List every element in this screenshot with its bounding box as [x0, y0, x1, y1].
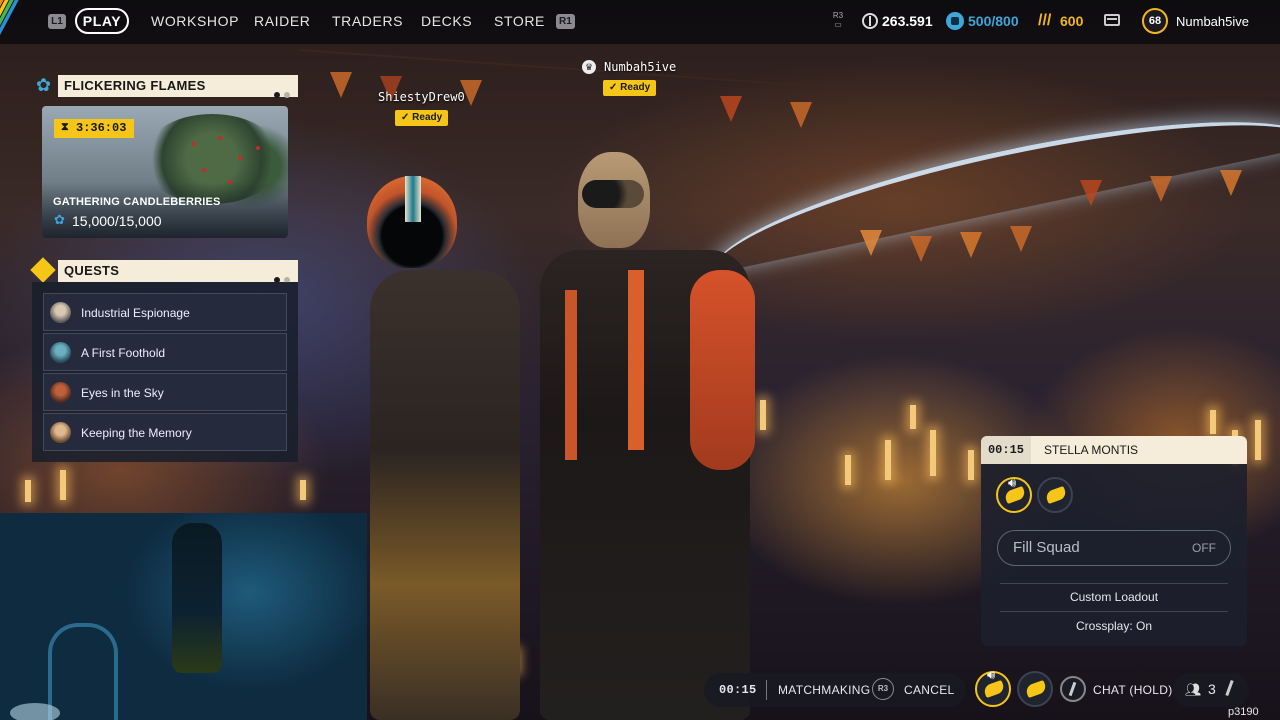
- quest-item-a-first-foothold[interactable]: A First Foothold: [43, 333, 287, 371]
- crown-icon: ♛: [582, 60, 596, 74]
- quest-giver-avatar: [50, 342, 71, 363]
- squad-member-emblem[interactable]: 🔊︎: [996, 475, 1032, 513]
- quest-item-keeping-the-memory[interactable]: Keeping the Memory: [43, 413, 287, 451]
- chat-hold-hint[interactable]: CHAT (HOLD): [1093, 683, 1173, 697]
- mail-icon[interactable]: [1104, 14, 1120, 26]
- quest-label: Eyes in the Sky: [81, 386, 164, 400]
- quest-item-eyes-in-the-sky[interactable]: Eyes in the Sky: [43, 373, 287, 411]
- gold-credits-value: 600: [1060, 13, 1084, 29]
- ready-badge: ✓ Ready: [395, 110, 449, 126]
- event-progress-icon: ✿: [54, 212, 65, 227]
- rainbow-stripe-logo: [0, 0, 40, 50]
- fill-squad-label: Fill Squad: [1013, 539, 1080, 556]
- r3-button-hint: R3: [872, 678, 894, 700]
- ready-badge: ✓ Ready: [603, 80, 657, 96]
- player-level-badge[interactable]: 68: [1142, 8, 1168, 34]
- nav-tab-raider[interactable]: RAIDER: [254, 13, 311, 29]
- divider: [1000, 583, 1228, 584]
- nav-tab-traders[interactable]: TRADERS: [332, 13, 403, 29]
- squad-member-emblem[interactable]: [1017, 671, 1053, 707]
- map-name: STELLA MONTIS: [1044, 443, 1139, 457]
- nav-tab-store[interactable]: STORE: [494, 13, 545, 29]
- crossplay-setting[interactable]: Crossplay: On: [981, 619, 1247, 633]
- r3-stick-icon[interactable]: R3 ▭: [829, 11, 847, 31]
- ready-badge-text: Ready: [412, 112, 443, 123]
- nav-tab-workshop[interactable]: WORKSHOP: [151, 13, 239, 29]
- webcam-overlay: [0, 513, 367, 720]
- fill-squad-toggle[interactable]: Fill Squad OFF: [997, 530, 1231, 566]
- quests-title-text: QUESTS: [64, 263, 120, 278]
- top-navigation-bar: L1 PLAY WORKSHOP RAIDER TRADERS DECKS ST…: [0, 0, 1280, 50]
- squad-member-emblem[interactable]: [1037, 477, 1073, 513]
- event-timer: ⧗ 3:36:03: [54, 119, 134, 138]
- build-code: p3190: [1228, 706, 1259, 718]
- ready-badge-text: Ready: [620, 82, 651, 93]
- matchmaking-label: MATCHMAKING: [778, 683, 871, 697]
- fill-squad-value: OFF: [1192, 541, 1216, 555]
- coins-icon: [862, 13, 878, 29]
- hourglass-icon: ⧗: [61, 122, 69, 134]
- nav-tab-play[interactable]: PLAY: [75, 8, 129, 34]
- divider: [766, 680, 767, 700]
- cancel-matchmaking-button[interactable]: CANCEL: [904, 683, 954, 697]
- quests-title: QUESTS: [58, 260, 298, 283]
- quest-label: A First Foothold: [81, 346, 166, 360]
- chat-stick-icon[interactable]: [1060, 676, 1086, 702]
- quest-label: Keeping the Memory: [81, 426, 192, 440]
- matchmaking-timer: 00:15: [719, 683, 757, 697]
- party-icon: 👥︎: [1185, 682, 1202, 697]
- desk-object: [10, 703, 60, 720]
- squad-leader-name: Numbah5ive: [604, 60, 677, 74]
- event-timer-text: 3:36:03: [76, 121, 127, 135]
- quest-item-industrial-espionage[interactable]: Industrial Espionage: [43, 293, 287, 331]
- lobby-timer: 00:15: [981, 436, 1031, 464]
- gaming-chair: [48, 623, 118, 720]
- lobby-header: 00:15 STELLA MONTIS: [981, 436, 1247, 464]
- quest-giver-avatar: [50, 302, 71, 323]
- custom-loadout-button[interactable]: Custom Loadout: [981, 590, 1247, 604]
- player-name[interactable]: Numbah5ive: [1176, 14, 1249, 29]
- divider: [1000, 611, 1228, 612]
- event-progress: 15,000/15,000: [72, 213, 162, 229]
- hanging-lamp: [700, 86, 1280, 274]
- gold-credits-icon: ///: [1038, 12, 1052, 29]
- event-title: FLICKERING FLAMES: [58, 75, 298, 98]
- r3-key-label: R3: [832, 11, 844, 20]
- raider-token-value: 500/800: [968, 13, 1019, 29]
- quest-giver-avatar: [50, 382, 71, 403]
- party-count: 3: [1208, 681, 1217, 697]
- event-page-dots[interactable]: [270, 83, 290, 105]
- raider-token-icon: [946, 12, 964, 30]
- event-title-text: FLICKERING FLAMES: [64, 78, 206, 93]
- coins-value: 263.591: [882, 13, 933, 29]
- speaker-icon: 🔊︎: [987, 667, 996, 682]
- quest-giver-avatar: [50, 422, 71, 443]
- event-objective-name: GATHERING CANDLEBERRIES: [53, 196, 221, 208]
- squad-member-name: ShiestyDrew0: [378, 90, 465, 104]
- quest-label: Industrial Espionage: [81, 306, 190, 320]
- gear-icon: ✿: [36, 75, 52, 95]
- l1-button-hint: L1: [48, 14, 66, 29]
- nav-tab-decks[interactable]: DECKS: [421, 13, 472, 29]
- r1-button-hint: R1: [556, 14, 575, 29]
- speaker-icon: 🔊︎: [1008, 475, 1017, 490]
- squad-member-emblem[interactable]: 🔊︎: [975, 667, 1011, 707]
- streamer-silhouette: [172, 523, 222, 673]
